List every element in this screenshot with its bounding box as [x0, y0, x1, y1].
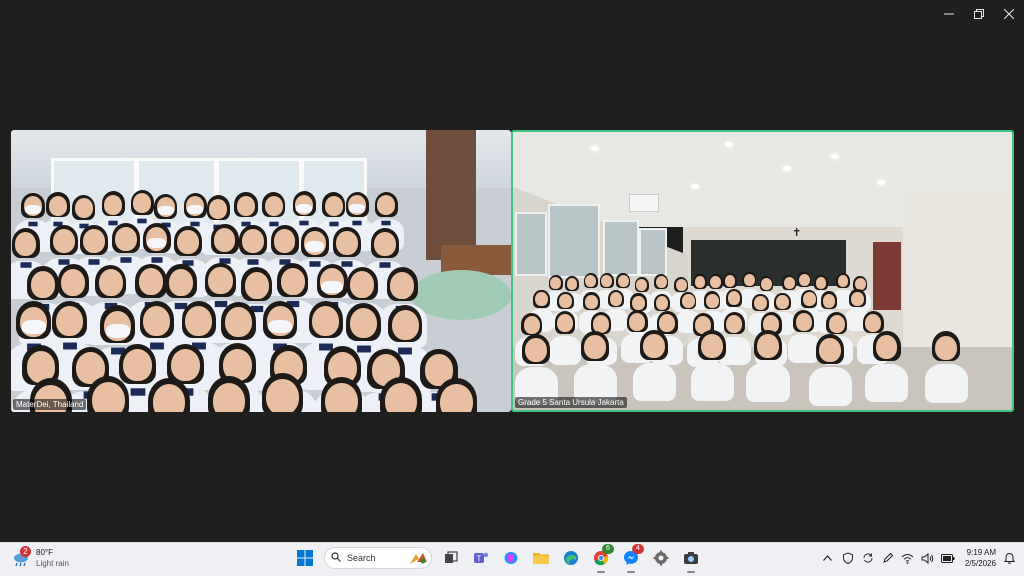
participant-name-label: MaterDei, Thailand — [13, 399, 87, 410]
taskbar-apps: Search T 6 4 — [294, 544, 702, 573]
messenger-badge: 4 — [632, 544, 644, 554]
clock-date: 2/5/2026 — [964, 559, 996, 568]
messenger-icon[interactable]: 4 — [620, 544, 644, 573]
teams-icon[interactable]: T — [470, 547, 492, 569]
taskbar: 2 80°F Light rain Search T 6 4 9:19 AM 2… — [0, 542, 1024, 576]
video-tile-right[interactable]: ✝ Grade 5 Santa Ursula Jakarta — [511, 130, 1014, 412]
chrome-icon[interactable]: 6 — [590, 544, 614, 573]
system-tray: 9:19 AM 2/5/2026 — [821, 547, 1016, 569]
file-explorer-icon[interactable] — [530, 547, 552, 569]
weather-description: Light rain — [36, 559, 69, 568]
wifi-icon[interactable] — [901, 547, 915, 569]
running-indicator — [627, 571, 635, 573]
task-view-icon[interactable] — [440, 547, 462, 569]
window-controls — [934, 0, 1024, 28]
weather-widget[interactable]: 2 80°F Light rain — [12, 546, 69, 569]
search-icon — [331, 549, 341, 567]
participant-name-label: Grade 5 Santa Ursula Jakarta — [515, 397, 627, 408]
svg-text:T: T — [477, 555, 482, 564]
edge-icon[interactable] — [560, 547, 582, 569]
classroom-video-right: ✝ — [513, 132, 1012, 410]
camera-icon[interactable] — [680, 547, 702, 573]
clock-time: 9:19 AM — [966, 548, 996, 557]
running-indicator — [597, 571, 605, 573]
weather-temperature: 80°F — [36, 548, 53, 557]
notification-bell-icon[interactable] — [1002, 547, 1016, 569]
search-highlight-icon — [407, 550, 429, 568]
search-label: Search — [347, 553, 376, 563]
volume-icon[interactable] — [921, 547, 935, 569]
security-shield-icon[interactable] — [841, 547, 855, 569]
copilot-icon[interactable] — [500, 547, 522, 569]
close-icon[interactable] — [994, 0, 1024, 28]
battery-icon[interactable] — [940, 547, 955, 569]
restore-icon[interactable] — [964, 0, 994, 28]
taskbar-clock[interactable]: 9:19 AM 2/5/2026 — [965, 547, 996, 569]
settings-icon[interactable] — [650, 547, 672, 569]
rain-cloud-icon: 2 — [12, 546, 31, 567]
running-indicator — [687, 571, 695, 573]
pen-icon[interactable] — [881, 547, 895, 569]
windows-start-icon[interactable] — [294, 547, 316, 569]
chrome-badge: 6 — [602, 544, 614, 554]
video-tile-left[interactable]: MaterDei, Thailand — [11, 130, 511, 412]
chevron-up-icon[interactable] — [821, 547, 835, 569]
minimize-icon[interactable] — [934, 0, 964, 28]
weather-alert-badge: 2 — [20, 546, 31, 557]
taskbar-search[interactable]: Search — [324, 547, 432, 569]
sync-icon[interactable] — [861, 547, 875, 569]
classroom-video-left — [11, 130, 511, 412]
